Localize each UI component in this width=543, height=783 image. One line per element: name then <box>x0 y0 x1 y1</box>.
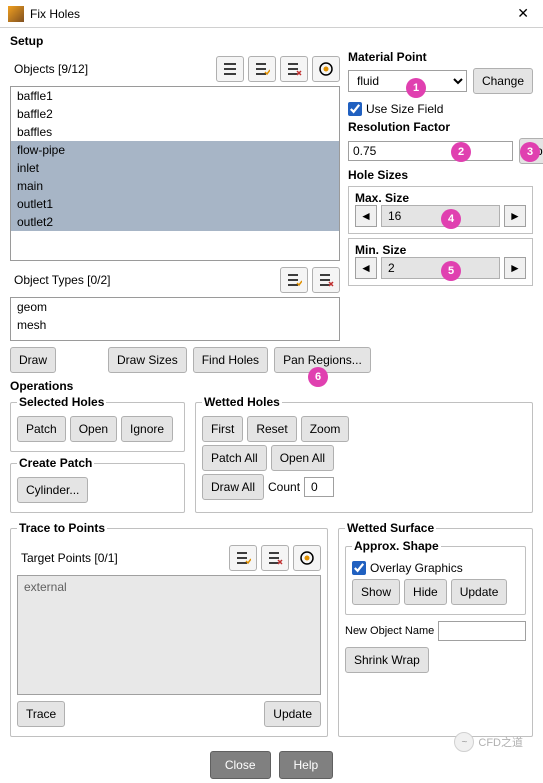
hole-sizes-label: Hole Sizes <box>348 168 533 182</box>
list-item[interactable]: baffle2 <box>11 105 339 123</box>
draw-all-button[interactable]: Draw All <box>202 474 264 500</box>
target-icon[interactable] <box>312 56 340 82</box>
ignore-button[interactable]: Ignore <box>121 416 173 442</box>
window-title: Fix Holes <box>30 7 511 21</box>
min-size-value[interactable]: 2 <box>381 257 500 279</box>
watermark-text: CFD之道 <box>478 734 523 750</box>
approx-shape-group: Approx. Shape Overlay Graphics Show Hide… <box>345 539 526 615</box>
update-button[interactable]: Update <box>451 579 508 605</box>
deselect-all-icon[interactable] <box>280 56 308 82</box>
list-item[interactable]: mesh <box>11 316 339 334</box>
resolution-input[interactable] <box>348 141 513 161</box>
wetted-surface-legend: Wetted Surface <box>345 521 436 535</box>
objects-label: Objects [9/12] <box>10 62 216 76</box>
new-object-name-label: New Object Name <box>345 625 434 637</box>
open-button[interactable]: Open <box>70 416 117 442</box>
wetted-holes-group: Wetted Holes First Reset Zoom Patch All … <box>195 395 533 513</box>
close-button[interactable]: Close <box>210 751 271 779</box>
selected-holes-legend: Selected Holes <box>17 395 106 409</box>
new-object-name-input[interactable] <box>438 621 526 641</box>
min-size-label: Min. Size <box>355 243 526 257</box>
list-item[interactable]: external <box>18 576 320 598</box>
target-icon[interactable] <box>293 545 321 571</box>
objects-listbox[interactable]: baffle1 baffle2 baffles flow-pipe inlet … <box>10 86 340 261</box>
list-item[interactable]: main <box>11 177 339 195</box>
trace-to-points-group: Trace to Points Target Points [0/1] exte… <box>10 521 328 737</box>
decrement-icon[interactable]: ◄ <box>355 205 377 227</box>
selected-holes-group: Selected Holes Patch Open Ignore <box>10 395 185 452</box>
approx-shape-legend: Approx. Shape <box>352 539 441 553</box>
increment-icon[interactable]: ► <box>504 205 526 227</box>
draw-sizes-button[interactable]: Draw Sizes <box>108 347 187 373</box>
zoom-button[interactable]: Zoom <box>301 416 350 442</box>
hide-button[interactable]: Hide <box>404 579 447 605</box>
operations-legend: Operations <box>10 379 533 393</box>
list-item[interactable]: geom <box>11 298 339 316</box>
list-item[interactable]: baffles <box>11 123 339 141</box>
patch-all-button[interactable]: Patch All <box>202 445 267 471</box>
open-all-button[interactable]: Open All <box>271 445 334 471</box>
decrement-icon[interactable]: ◄ <box>355 257 377 279</box>
overlay-graphics-checkbox[interactable] <box>352 561 366 575</box>
app-icon <box>8 6 24 22</box>
wetted-surface-group: Wetted Surface Approx. Shape Overlay Gra… <box>338 521 533 737</box>
update-button[interactable]: Update <box>264 701 321 727</box>
find-holes-button[interactable]: Find Holes <box>193 347 268 373</box>
use-size-field-label: Use Size Field <box>366 102 443 116</box>
watermark-icon: ~ <box>454 732 474 752</box>
setup-section: Setup Objects [9/12] baffle1 baffle2 baf… <box>10 34 533 373</box>
watermark: ~ CFD之道 <box>454 732 523 752</box>
list-item[interactable]: outlet1 <box>11 195 339 213</box>
list-item[interactable]: flow-pipe <box>11 141 339 159</box>
cylinder-button[interactable]: Cylinder... <box>17 477 88 503</box>
change-button[interactable]: Change <box>473 68 533 94</box>
shrink-wrap-button[interactable]: Shrink Wrap <box>345 647 429 673</box>
apply-button[interactable]: Apply <box>519 138 543 164</box>
use-size-field-checkbox[interactable] <box>348 102 362 116</box>
trace-button[interactable]: Trace <box>17 701 65 727</box>
help-button[interactable]: Help <box>279 751 334 779</box>
titlebar: Fix Holes ✕ <box>0 0 543 28</box>
pan-regions-button[interactable]: Pan Regions... <box>274 347 371 373</box>
deselect-all-icon[interactable] <box>312 267 340 293</box>
max-size-label: Max. Size <box>355 191 526 205</box>
deselect-all-icon[interactable] <box>261 545 289 571</box>
count-label: Count <box>268 480 300 494</box>
setup-legend: Setup <box>10 34 533 48</box>
overlay-graphics-label: Overlay Graphics <box>370 561 463 575</box>
patch-button[interactable]: Patch <box>17 416 66 442</box>
first-button[interactable]: First <box>202 416 243 442</box>
close-icon[interactable]: ✕ <box>511 3 535 24</box>
list-item[interactable]: baffle1 <box>11 87 339 105</box>
target-points-label: Target Points [0/1] <box>17 551 229 565</box>
max-size-value[interactable]: 16 <box>381 205 500 227</box>
list-item[interactable]: inlet <box>11 159 339 177</box>
list-icon[interactable] <box>216 56 244 82</box>
resolution-label: Resolution Factor <box>348 120 533 134</box>
wetted-holes-legend: Wetted Holes <box>202 395 282 409</box>
select-all-icon[interactable] <box>229 545 257 571</box>
reset-button[interactable]: Reset <box>247 416 296 442</box>
material-point-select[interactable]: fluid <box>348 70 467 92</box>
list-item[interactable]: outlet2 <box>11 213 339 231</box>
target-points-listbox[interactable]: external <box>17 575 321 695</box>
create-patch-legend: Create Patch <box>17 456 94 470</box>
object-types-listbox[interactable]: geom mesh <box>10 297 340 341</box>
select-all-icon[interactable] <box>280 267 308 293</box>
count-value: 0 <box>304 477 334 497</box>
material-point-label: Material Point <box>348 50 533 64</box>
trace-legend: Trace to Points <box>17 521 107 535</box>
draw-button[interactable]: Draw <box>10 347 56 373</box>
increment-icon[interactable]: ► <box>504 257 526 279</box>
create-patch-group: Create Patch Cylinder... <box>10 456 185 513</box>
show-button[interactable]: Show <box>352 579 400 605</box>
select-all-icon[interactable] <box>248 56 276 82</box>
object-types-label: Object Types [0/2] <box>10 273 280 287</box>
